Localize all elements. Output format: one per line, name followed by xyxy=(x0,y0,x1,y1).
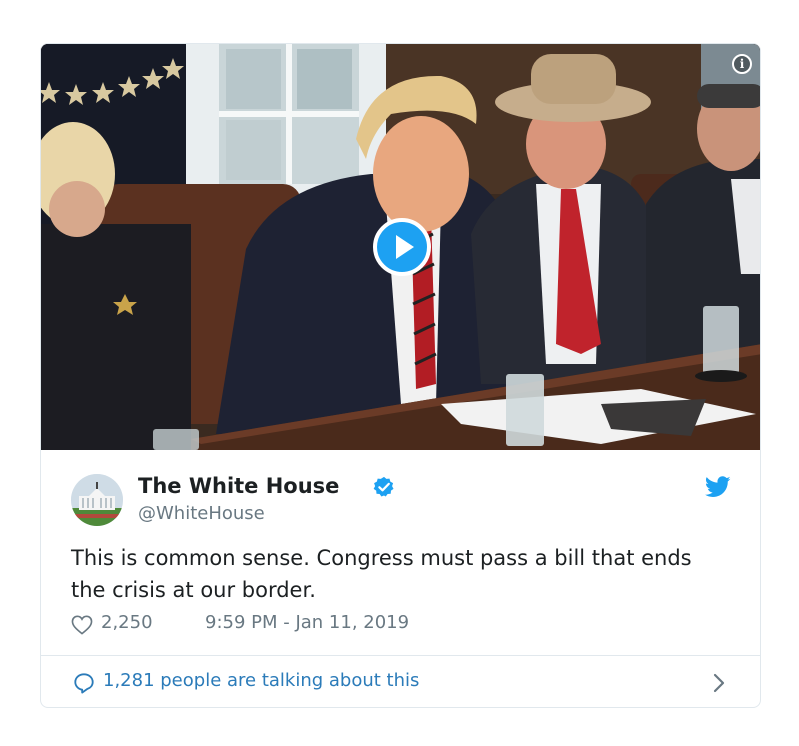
info-icon[interactable]: i xyxy=(732,54,752,74)
author-name[interactable]: The White House xyxy=(138,474,339,498)
tweet-header: The White House @WhiteHouse xyxy=(71,474,731,534)
timestamp[interactable]: 9:59 PM - Jan 11, 2019 xyxy=(205,612,409,633)
white-house-logo-icon xyxy=(71,474,123,526)
verified-badge-icon xyxy=(373,476,394,497)
heart-icon[interactable] xyxy=(71,615,93,635)
twitter-bird-icon[interactable] xyxy=(705,476,731,498)
play-icon xyxy=(396,235,414,259)
reply-icon xyxy=(74,673,94,694)
video-thumbnail[interactable]: i xyxy=(41,44,760,450)
chevron-right-icon[interactable] xyxy=(712,673,726,693)
conversation-count-text[interactable]: 1,281 people are talking about this xyxy=(103,670,419,691)
play-button[interactable] xyxy=(373,218,431,276)
conversation-link[interactable]: 1,281 people are talking about this xyxy=(41,656,760,707)
tweet-embed-card: i The White House @WhiteHouse This is co… xyxy=(40,43,761,708)
like-count[interactable]: 2,250 xyxy=(101,612,153,633)
tweet-text: This is common sense. Congress must pass… xyxy=(71,546,692,602)
author-handle[interactable]: @WhiteHouse xyxy=(138,503,265,524)
avatar[interactable] xyxy=(71,474,123,526)
